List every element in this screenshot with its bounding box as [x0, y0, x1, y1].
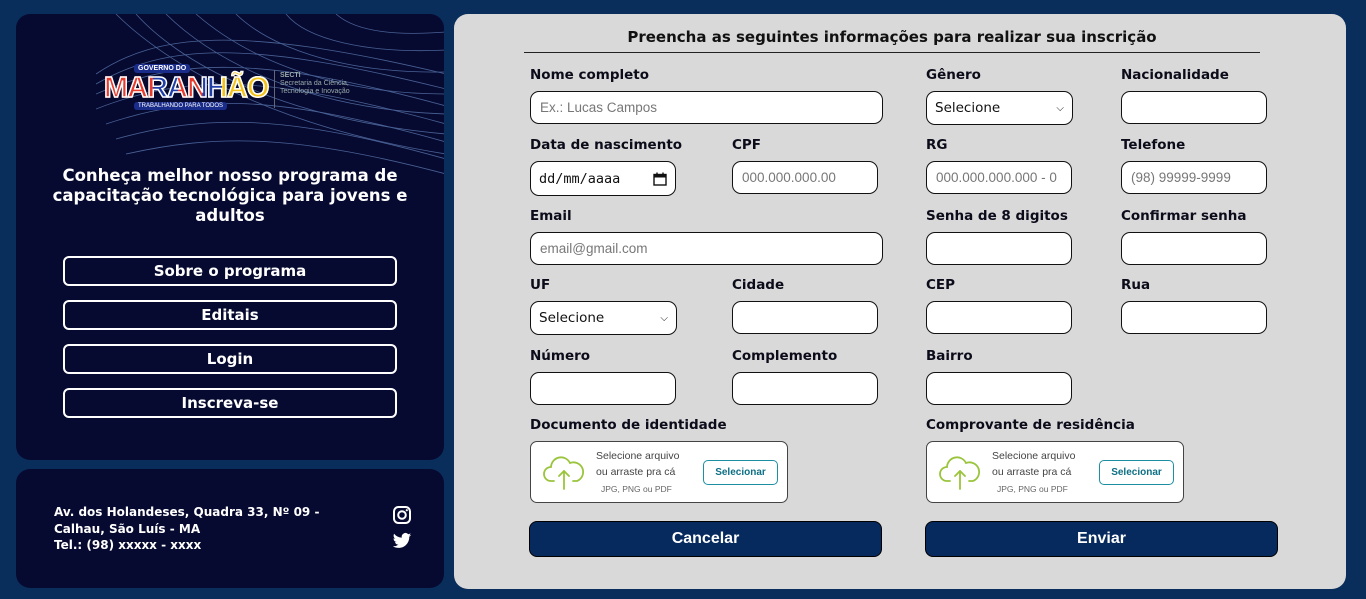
email-label: Email: [530, 208, 572, 224]
about-program-button[interactable]: Sobre o programa: [63, 256, 397, 286]
documento-identidade-label: Documento de identidade: [530, 417, 727, 433]
senha-label: Senha de 8 digitos: [926, 208, 1068, 224]
complemento-input[interactable]: [732, 372, 878, 405]
cloud-upload-icon: [543, 456, 584, 490]
identidade-upload-dropzone[interactable]: Selecione arquivo ou arraste pra cá JPG,…: [530, 441, 788, 503]
government-logo: GOVERNO DO MARANHÃO TRABALHANDO PARA TOD…: [103, 64, 374, 126]
nome-input[interactable]: [530, 91, 883, 124]
confirmar-senha-label: Confirmar senha: [1121, 208, 1247, 224]
registration-form: Preencha as seguintes informações para r…: [454, 14, 1346, 589]
logo-name: MARANHÃO: [103, 71, 270, 105]
telefone-label: Telefone: [1121, 137, 1186, 153]
footer-panel: Av. dos Holandeses, Quadra 33, Nº 09 - C…: [16, 469, 444, 588]
phone-text: Tel.: (98) xxxxx - xxxx: [54, 538, 202, 552]
logo-tagline: TRABALHANDO PARA TODOS: [134, 102, 228, 110]
numero-input[interactable]: [530, 372, 676, 405]
sidebar-panel: GOVERNO DO MARANHÃO TRABALHANDO PARA TOD…: [16, 14, 444, 460]
chevron-down-icon: ⌵: [660, 312, 668, 324]
bairro-input[interactable]: [926, 372, 1072, 405]
uf-select[interactable]: Selecione ⌵: [530, 301, 677, 335]
comprovante-residencia-label: Comprovante de residência: [926, 417, 1135, 433]
complemento-label: Complemento: [732, 348, 838, 364]
senha-input[interactable]: [926, 232, 1072, 265]
upload-prompt: Selecione arquivo ou arraste pra cá: [992, 448, 1075, 480]
program-headline: Conheça melhor nosso programa de capacit…: [52, 166, 408, 225]
nome-label: Nome completo: [530, 67, 650, 83]
upload-formats: JPG, PNG ou PDF: [601, 484, 672, 494]
numero-label: Número: [530, 348, 591, 364]
cidade-label: Cidade: [732, 277, 785, 293]
confirmar-senha-input[interactable]: [1121, 232, 1267, 265]
rg-label: RG: [926, 137, 948, 153]
nascimento-date-value: dd/mm/aaaa: [539, 170, 621, 187]
rua-label: Rua: [1121, 277, 1151, 293]
genero-select-value: Selecione: [935, 100, 1001, 116]
upload-prompt-line1: Selecione arquivo: [596, 450, 680, 462]
logo-secretariat: SECTI Secretaria da Ciência, Tecnologia …: [280, 72, 360, 96]
editais-button[interactable]: Editais: [63, 300, 397, 330]
telefone-input[interactable]: [1121, 161, 1267, 194]
genero-label: Gênero: [926, 67, 981, 83]
cep-label: CEP: [926, 277, 956, 293]
logo-divider: [274, 70, 275, 108]
contact-info: Av. dos Holandeses, Quadra 33, Nº 09 - C…: [54, 504, 374, 554]
instagram-icon[interactable]: [392, 505, 412, 525]
address-text: Av. dos Holandeses, Quadra 33, Nº 09 - C…: [54, 505, 320, 536]
rg-input[interactable]: [926, 161, 1072, 194]
form-title: Preencha as seguintes informações para r…: [524, 28, 1260, 53]
identidade-select-file-button[interactable]: Selecionar: [703, 460, 778, 485]
uf-label: UF: [530, 277, 551, 293]
genero-select[interactable]: Selecione ⌵: [926, 91, 1073, 125]
twitter-icon[interactable]: [392, 531, 412, 551]
residencia-select-file-button[interactable]: Selecionar: [1099, 460, 1174, 485]
calendar-icon[interactable]: [653, 172, 667, 186]
cep-input[interactable]: [926, 301, 1072, 334]
nascimento-date-input[interactable]: dd/mm/aaaa: [530, 161, 676, 196]
logo-name-text: MARANHÃO: [103, 71, 270, 105]
logo-secretariat-abbr: SECTI: [280, 72, 301, 79]
bairro-label: Bairro: [926, 348, 973, 364]
nascimento-label: Data de nascimento: [530, 137, 683, 153]
upload-prompt-line2: ou arraste pra cá: [596, 466, 676, 478]
nacionalidade-input[interactable]: [1121, 91, 1267, 124]
rua-input[interactable]: [1121, 301, 1267, 334]
cpf-input[interactable]: [732, 161, 878, 194]
cancel-button[interactable]: Cancelar: [529, 521, 882, 557]
signup-button[interactable]: Inscreva-se: [63, 388, 397, 418]
upload-formats: JPG, PNG ou PDF: [997, 484, 1068, 494]
login-button[interactable]: Login: [63, 344, 397, 374]
chevron-down-icon: ⌵: [1056, 102, 1064, 114]
logo-secretariat-name: Secretaria da Ciência, Tecnologia e Inov…: [280, 80, 350, 95]
nacionalidade-label: Nacionalidade: [1121, 67, 1229, 83]
upload-prompt-line1: Selecione arquivo: [992, 450, 1076, 462]
residencia-upload-dropzone[interactable]: Selecione arquivo ou arraste pra cá JPG,…: [926, 441, 1184, 503]
submit-button[interactable]: Enviar: [925, 521, 1278, 557]
email-input[interactable]: [530, 232, 883, 265]
cidade-input[interactable]: [732, 301, 878, 334]
uf-select-value: Selecione: [539, 310, 605, 326]
cpf-label: CPF: [732, 137, 762, 153]
cloud-upload-icon: [939, 456, 980, 490]
upload-prompt-line2: ou arraste pra cá: [992, 466, 1072, 478]
upload-prompt: Selecione arquivo ou arraste pra cá: [596, 448, 679, 480]
